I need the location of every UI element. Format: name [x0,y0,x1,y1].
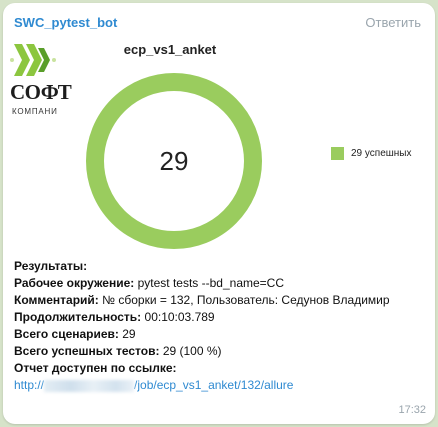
donut-center-value: 29 [159,145,189,176]
chart-legend: 29 успешных [331,147,412,160]
scenarios-label: Всего сценариев: [14,327,119,341]
env-value: pytest tests --bd_name=CC [134,276,284,290]
message-bubble: SWC_pytest_bot Ответить СОФТ КОМПАНИ ecp… [3,3,435,424]
report-link-suffix[interactable]: /job/ecp_vs1_anket/132/allure [134,378,293,392]
reply-button[interactable]: Ответить [365,15,421,30]
comment-value: № сборки = 132, Пользователь: Седунов Вл… [98,293,390,307]
report-link[interactable]: http:// /job/ecp_vs1_anket/132/allure [14,377,424,394]
duration-label: Продолжительность: [14,310,142,324]
legend-swatch [331,147,344,160]
passed-label: Всего успешных тестов: [14,344,160,358]
sender-name[interactable]: SWC_pytest_bot [14,15,117,30]
logo-text: СОФТ [10,80,72,104]
report-link-prefix[interactable]: http:// [14,378,44,392]
duration-value: 00:10:03.789 [141,310,215,324]
redacted-host [44,379,135,392]
message-time: 17:32 [398,404,426,416]
results-heading: Результаты: [14,259,88,273]
env-label: Рабочее окружение: [14,276,135,290]
chart-title: ecp_vs1_anket [123,42,217,57]
logo-subtext: КОМПАНИ [12,107,58,116]
chart-image[interactable]: СОФТ КОМПАНИ ecp_vs1_anket 29 29 успешны… [5,35,431,257]
legend-label: 29 успешных [351,148,412,159]
report-label: Отчет доступен по ссылке: [14,361,177,375]
passed-value: 29 (100 %) [159,344,222,358]
comment-label: Комментарий: [14,293,99,307]
results-text: Результаты: Рабочее окружение: pytest te… [14,258,424,394]
scenarios-value: 29 [118,327,136,341]
